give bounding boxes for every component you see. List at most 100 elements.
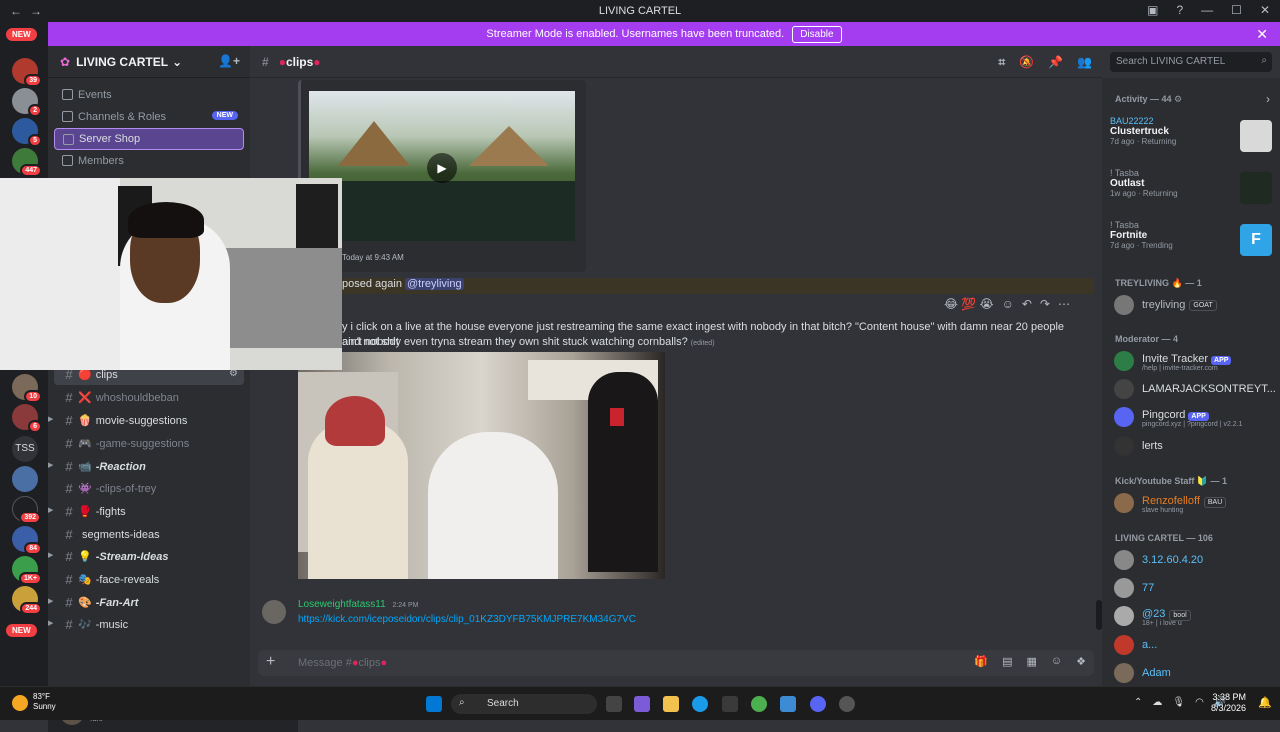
disable-button[interactable]: Disable <box>792 25 842 43</box>
member-item[interactable]: @23 bool 18+ | i love u <box>1114 603 1274 629</box>
channel-fights[interactable]: ▶ # 🥊 -fights <box>48 501 244 522</box>
channel-clips-of-trey[interactable]: # 👾 -clips-of-trey <box>54 478 244 499</box>
maximize-icon[interactable]: ☐ <box>1231 3 1242 17</box>
gift-icon[interactable]: 🎁 <box>974 655 988 668</box>
nav-arrows-icon[interactable]: ←→ <box>10 4 50 18</box>
close-icon[interactable]: ✕ <box>1260 3 1270 17</box>
new-unreads-pill[interactable]: NEW <box>6 624 37 637</box>
members-item[interactable]: Members <box>54 150 244 172</box>
member-item[interactable]: Renzofelloff BAU slave hunting <box>1114 490 1274 516</box>
chevron-right-icon[interactable]: › <box>1266 92 1270 106</box>
channel-reaction[interactable]: ▶ # 📹 -Reaction <box>48 456 244 477</box>
channel-face-reveals[interactable]: # 🎭 -face-reveals <box>54 569 244 590</box>
app-icon[interactable] <box>780 696 796 712</box>
member-item[interactable]: Pingcord APP pingcord.xyz | ?pingcord | v2… <box>1114 404 1274 430</box>
image-attachment[interactable] <box>298 352 665 579</box>
video-thumbnail[interactable]: ▶ <box>309 91 575 241</box>
threads-icon[interactable]: ⌗ <box>998 55 1005 70</box>
add-reaction-icon[interactable]: ☺ <box>1002 297 1014 311</box>
user-mention[interactable]: @treyliving <box>405 278 464 290</box>
file-explorer-icon[interactable] <box>663 696 679 712</box>
member-list-icon[interactable]: 👥 <box>1077 55 1092 70</box>
server-icon[interactable] <box>12 466 38 492</box>
weather-widget[interactable]: 83°F Sunny <box>33 692 56 712</box>
plus-icon[interactable]: + <box>266 653 275 671</box>
chrome-icon[interactable] <box>751 696 767 712</box>
weather-icon[interactable] <box>12 695 28 711</box>
avatar[interactable] <box>262 600 286 624</box>
channel-movie-suggestions[interactable]: ▶ # 🍿 movie-suggestions <box>48 410 244 431</box>
apps-icon[interactable]: ❖ <box>1076 655 1086 668</box>
member-item[interactable]: 77 <box>1114 575 1274 601</box>
windows-start-icon[interactable] <box>426 696 442 712</box>
member-item[interactable]: LAMARJACKSONTREYT... <box>1114 376 1276 402</box>
inbox-icon[interactable]: ▣ <box>1147 3 1158 17</box>
server-icon-tss[interactable]: TSS <box>12 436 38 462</box>
search-input[interactable]: Search LIVING CARTEL ⌕ <box>1110 52 1272 72</box>
events-item[interactable]: Events <box>54 84 244 106</box>
server-icon[interactable]: 244 <box>12 586 42 615</box>
chevron-up-icon[interactable]: ⌃ <box>1134 697 1142 708</box>
server-icon[interactable]: 10 <box>12 374 42 403</box>
member-item[interactable]: treyliving GOAT <box>1114 292 1274 318</box>
notification-icon[interactable]: 🔔 <box>1258 696 1272 709</box>
activity-header: Activity — 44 ⚙ <box>1115 94 1183 104</box>
close-banner-icon[interactable]: ✕ <box>1256 26 1268 43</box>
clip-link[interactable]: https://kick.com/iceposeidon/clips/clip_… <box>298 612 636 627</box>
avatar <box>1114 407 1134 427</box>
mic-icon[interactable]: 🎙 <box>1172 697 1185 708</box>
server-icon[interactable]: 39 <box>12 58 42 87</box>
channel-segments-ideas[interactable]: # segments-ideas <box>54 524 244 545</box>
minimize-icon[interactable]: — <box>1201 3 1213 17</box>
channel-music[interactable]: ▶ # 🎶 -music <box>48 614 244 635</box>
member-item[interactable]: Adam <box>1114 660 1274 686</box>
activity-card[interactable]: ! Tasba Outlast 1w ago · Returning <box>1110 168 1274 214</box>
author-name[interactable]: Loseweightfatass11 <box>298 599 386 610</box>
server-icon[interactable]: 6 <box>12 404 42 433</box>
task-view-icon[interactable] <box>606 696 622 712</box>
server-icon[interactable]: 447 <box>12 148 42 177</box>
channels-roles-item[interactable]: Channels & Roles NEW <box>54 106 244 128</box>
app-icon[interactable] <box>839 696 855 712</box>
store-icon[interactable] <box>722 696 738 712</box>
activity-card[interactable]: BAU22222 Clustertruck 7d ago · Returning <box>1110 116 1274 162</box>
sticker-icon[interactable]: ▦ <box>1026 655 1036 668</box>
server-header[interactable]: ✿ LIVING CARTEL ⌄ 👤+ <box>48 46 250 78</box>
forward-icon[interactable]: ↷ <box>1040 297 1050 311</box>
reactions[interactable]: 😂 💯 😭 <box>944 297 994 311</box>
reply-icon[interactable]: ↶ <box>1022 297 1032 311</box>
cloud-icon[interactable]: ☁ <box>1152 697 1162 708</box>
new-unreads-pill[interactable]: NEW <box>6 28 37 41</box>
member-item[interactable]: Invite Tracker APP/help | invite-tracker.… <box>1114 348 1274 374</box>
more-icon[interactable]: ⋯ <box>1058 297 1070 311</box>
emoji-icon[interactable]: ☺ <box>1051 655 1062 668</box>
edge-icon[interactable] <box>692 696 708 712</box>
pin-icon[interactable]: 📌 <box>1048 55 1063 70</box>
help-icon[interactable]: ? <box>1176 3 1183 17</box>
server-icon[interactable]: 1K+ <box>12 556 42 585</box>
invite-people-icon[interactable]: 👤+ <box>218 54 240 68</box>
channel-game-suggestions[interactable]: # 🎮 -game-suggestions <box>54 433 244 454</box>
member-item[interactable]: 3.12.60.4.20 <box>1114 547 1274 573</box>
taskbar-search[interactable]: ⌕ Search <box>451 694 597 714</box>
play-icon[interactable]: ▶ <box>427 153 457 183</box>
discord-icon[interactable] <box>810 696 826 712</box>
server-icon[interactable]: 5 <box>12 118 42 147</box>
member-item[interactable]: lerts <box>1114 433 1274 459</box>
server-icon[interactable]: 84 <box>12 526 42 555</box>
message-input[interactable]: + Message # ● clips ● 🎁 ▤ ▦ ☺ ❖ <box>258 650 1094 676</box>
channel-stream-ideas[interactable]: ▶ # 💡 -Stream-Ideas <box>48 546 244 567</box>
gif-icon[interactable]: ▤ <box>1002 655 1012 668</box>
clock[interactable]: 3:38 PM 8/3/2026 <box>1206 692 1246 714</box>
server-icon[interactable]: 392 <box>12 496 41 524</box>
window-controls: ▣ ? — ☐ ✕ <box>1147 3 1270 17</box>
bell-off-icon[interactable]: 🔕 <box>1019 55 1034 70</box>
channel-fan-art[interactable]: ▶ # 🎨 -Fan-Art <box>48 592 244 613</box>
wifi-icon[interactable]: ◠ <box>1195 697 1204 708</box>
channel-whoshouldbeban[interactable]: # ❌ whoshouldbeban <box>54 387 244 408</box>
server-shop-item[interactable]: Server Shop <box>54 128 244 150</box>
server-icon[interactable]: 2 <box>12 88 42 117</box>
copilot-icon[interactable] <box>634 696 650 712</box>
member-item[interactable]: a... <box>1114 632 1274 658</box>
activity-card[interactable]: ! Tasba Fortnite 7d ago · Trending F <box>1110 220 1274 266</box>
